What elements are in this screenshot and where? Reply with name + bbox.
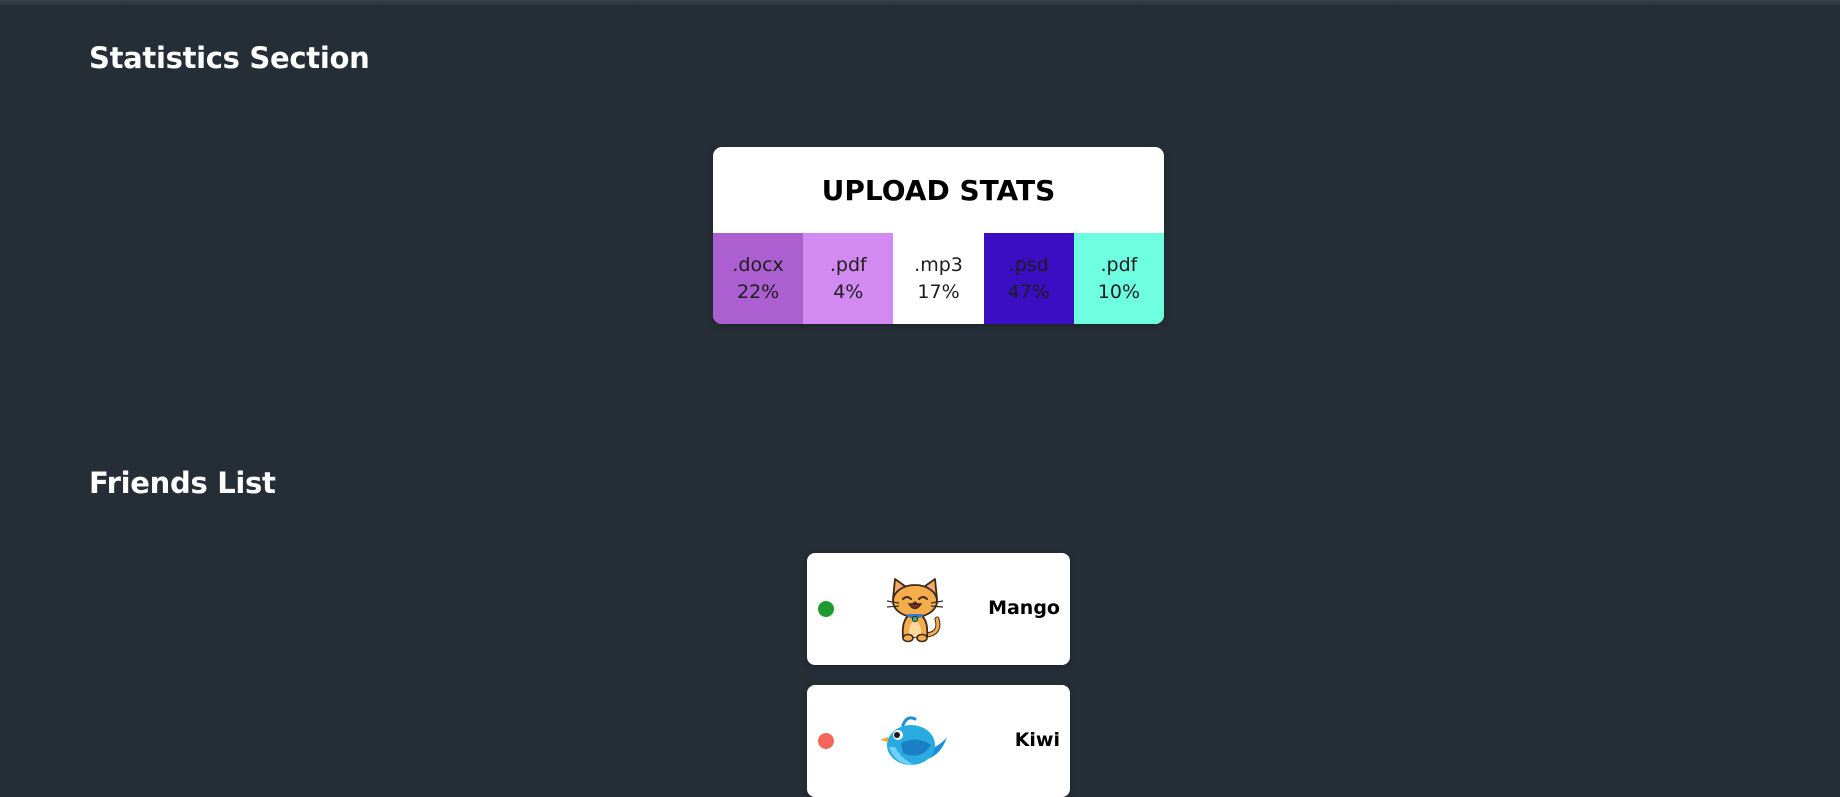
stat-label: .psd <box>1008 253 1049 276</box>
cat-icon <box>886 578 944 643</box>
statistics-section-title: Statistics Section <box>89 41 370 75</box>
page-top-shade <box>0 0 1840 6</box>
stat-label: .pdf <box>1100 253 1138 276</box>
friend-card[interactable]: Kiwi <box>807 685 1070 797</box>
status-indicator <box>818 733 834 749</box>
stat-item: .mp3 17% <box>893 233 984 324</box>
status-indicator <box>818 601 834 617</box>
stat-percentage: 17% <box>917 280 960 303</box>
bird-icon <box>881 716 947 765</box>
stat-item: .psd 47% <box>983 233 1074 324</box>
stat-item: .pdf 4% <box>803 233 894 324</box>
upload-stats-card: UPLOAD STATS .docx 22% .pdf 4% .mp3 17% … <box>713 147 1164 324</box>
friends-section-title: Friends List <box>89 466 276 500</box>
stat-label: .docx <box>732 253 784 276</box>
stat-percentage: 47% <box>1007 280 1050 303</box>
stat-label: .mp3 <box>914 253 963 276</box>
stat-percentage: 22% <box>736 280 780 303</box>
stat-percentage: 4% <box>833 280 864 303</box>
stat-percentage: 10% <box>1097 280 1141 303</box>
stat-item: .docx 22% <box>713 233 804 324</box>
upload-stats-title: UPLOAD STATS <box>821 174 1056 207</box>
stats-list: .docx 22% .pdf 4% .mp3 17% .psd 47% .pdf… <box>713 233 1164 324</box>
friend-card[interactable]: Mango <box>807 553 1070 665</box>
friend-name: Mango <box>988 597 1060 619</box>
friend-name: Kiwi <box>1014 729 1060 751</box>
stat-item: .pdf 10% <box>1073 233 1164 324</box>
stat-label: .pdf <box>829 253 867 276</box>
